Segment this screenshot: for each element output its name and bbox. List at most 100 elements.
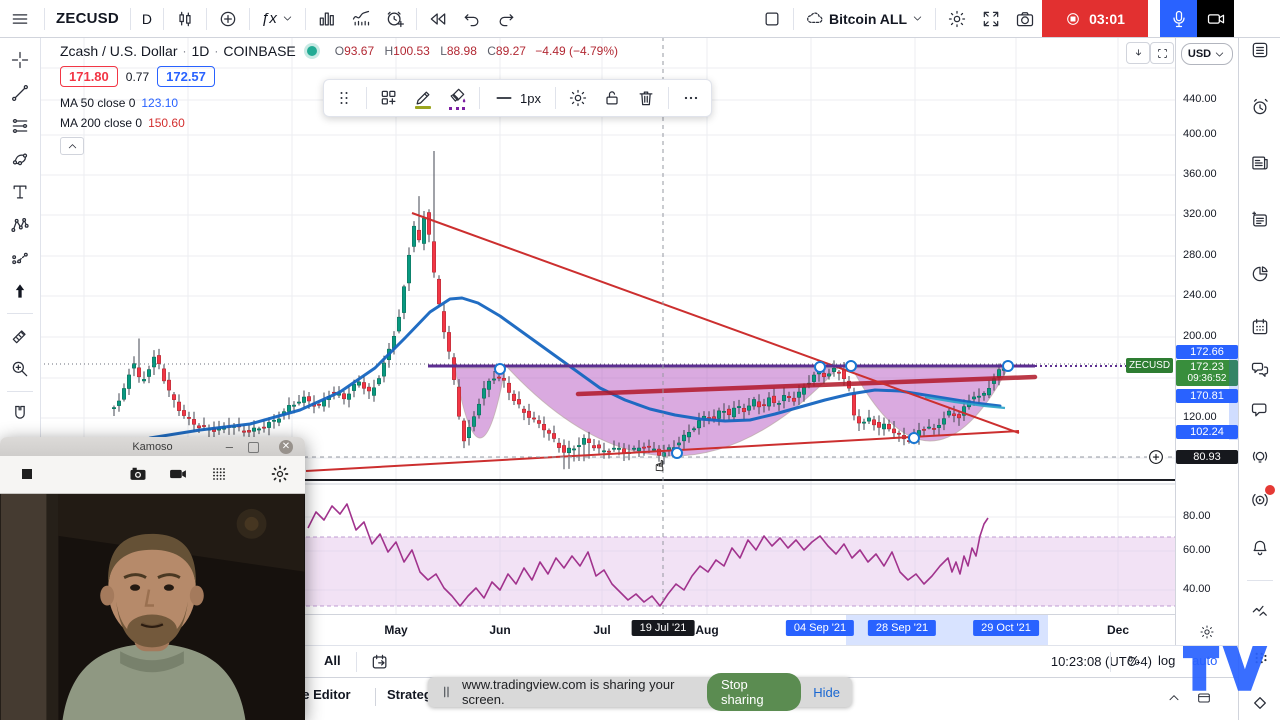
delete-drawing-button[interactable] xyxy=(630,83,662,113)
take-photo-button[interactable] xyxy=(124,461,152,487)
sidebar-hotlists-button[interactable] xyxy=(1247,261,1273,287)
symbol-search-button[interactable]: ZECUSD xyxy=(49,5,126,33)
fullscreen-button[interactable] xyxy=(974,5,1008,33)
line-width-button[interactable]: 1px xyxy=(486,83,549,113)
date-range-all-button[interactable]: All xyxy=(316,651,349,670)
change-value: −4.49 (−4.79%) xyxy=(535,44,619,58)
magnet-tool-button[interactable] xyxy=(4,399,36,429)
screenshot-button[interactable] xyxy=(1008,5,1042,33)
webcam-button[interactable] xyxy=(1197,0,1234,37)
toolbar-drag-handle[interactable] xyxy=(328,83,360,113)
legend-interval[interactable]: 1D xyxy=(191,43,209,59)
sidebar-notifications-button[interactable] xyxy=(1247,535,1273,561)
go-to-date-button[interactable] xyxy=(366,650,394,674)
sidebar-watchlist-button[interactable] xyxy=(1247,37,1273,63)
divider xyxy=(375,688,376,706)
fib-tool-button[interactable] xyxy=(4,111,36,141)
lock-drawing-button[interactable] xyxy=(596,83,628,113)
line-width-icon xyxy=(494,88,514,108)
sell-button[interactable]: 171.80 xyxy=(60,66,118,87)
tradingview-logo xyxy=(1183,646,1268,691)
text-tool-icon xyxy=(10,182,30,202)
microphone-icon xyxy=(1169,9,1189,29)
crosshair-tool-button[interactable] xyxy=(4,45,36,75)
maximize-button[interactable] xyxy=(248,442,259,453)
sidebar-news-button[interactable] xyxy=(1247,150,1273,176)
price-badge: 80.93 xyxy=(1176,450,1238,464)
hide-banner-button[interactable]: Hide xyxy=(813,685,840,700)
compare-button[interactable] xyxy=(211,5,245,33)
sidebar-ideas-streams-button[interactable] xyxy=(1247,444,1273,470)
record-video-button[interactable] xyxy=(164,461,192,487)
ma200-label[interactable]: MA 200 close 0 xyxy=(60,116,142,130)
percent-scale-button[interactable]: % xyxy=(1122,651,1146,670)
pencil-icon xyxy=(413,88,433,108)
webcam-settings-button[interactable] xyxy=(266,461,294,487)
sidebar-order-panel-button[interactable] xyxy=(1247,598,1273,624)
ma50-label[interactable]: MA 50 close 0 xyxy=(60,96,135,110)
webcam-window[interactable]: Kamoso – ✕ xyxy=(0,437,305,720)
shapes-tool-button[interactable] xyxy=(4,144,36,174)
indicator-templates-button[interactable] xyxy=(344,5,378,33)
measure-tool-button[interactable] xyxy=(4,321,36,351)
text-tool-button[interactable] xyxy=(4,177,36,207)
drawing-settings-button[interactable] xyxy=(562,83,594,113)
symbol-title[interactable]: Zcash / U.S. Dollar xyxy=(60,43,177,59)
hamburger-icon xyxy=(10,9,30,29)
sidebar-live-streams-button[interactable] xyxy=(1247,485,1275,513)
settings-button[interactable] xyxy=(940,5,974,33)
notification-dot xyxy=(1265,485,1275,495)
sidebar-data-window-button[interactable] xyxy=(1247,207,1273,233)
forecast-tool-button[interactable] xyxy=(4,243,36,273)
fill-color-swatch xyxy=(449,104,465,110)
burst-mode-button[interactable] xyxy=(205,461,233,487)
collapse-legend-button[interactable] xyxy=(60,137,84,155)
log-scale-button[interactable]: log xyxy=(1152,651,1181,670)
crosshair-price-add-alert[interactable] xyxy=(1147,448,1165,466)
divider xyxy=(1247,580,1273,581)
close-button[interactable]: ✕ xyxy=(279,439,293,454)
currency-toggle-button[interactable]: USD xyxy=(1181,43,1233,65)
axis-settings-button[interactable] xyxy=(1196,622,1218,642)
divider xyxy=(7,391,33,392)
stop-sharing-button[interactable]: Stop sharing xyxy=(706,673,802,711)
add-template-button[interactable] xyxy=(373,83,405,113)
trendline-tool-button[interactable] xyxy=(4,78,36,108)
recording-timer-button[interactable]: 03:01 xyxy=(1042,0,1148,37)
redo-button[interactable] xyxy=(489,5,523,33)
sidebar-alerts-button[interactable] xyxy=(1247,94,1273,120)
minimize-button[interactable]: – xyxy=(226,439,233,454)
interval-button[interactable]: D xyxy=(135,5,159,33)
replay-button[interactable] xyxy=(421,5,455,33)
buy-button[interactable]: 172.57 xyxy=(157,66,215,87)
templates-button[interactable] xyxy=(310,5,344,33)
divider xyxy=(356,652,357,672)
undo-icon xyxy=(462,9,482,29)
cloud-layout-button[interactable]: Bitcoin ALL xyxy=(798,5,931,33)
arrow-tool-button[interactable] xyxy=(4,276,36,306)
indicators-button[interactable]: ƒx xyxy=(254,5,301,33)
layout-button[interactable] xyxy=(755,5,789,33)
screen-share-banner: www.tradingview.com is sharing your scre… xyxy=(428,673,852,711)
stop-record-icon xyxy=(1065,11,1081,27)
legend-exchange[interactable]: COINBASE xyxy=(223,43,295,59)
main-menu-button[interactable] xyxy=(0,0,40,37)
webcam-titlebar[interactable]: Kamoso – ✕ xyxy=(0,437,305,456)
zoom-in-tool-button[interactable] xyxy=(4,354,36,384)
fill-color-button[interactable] xyxy=(441,83,473,113)
sidebar-private-chat-button[interactable] xyxy=(1247,397,1273,423)
pattern-tool-button[interactable] xyxy=(4,210,36,240)
more-options-button[interactable] xyxy=(675,83,707,113)
alert-button[interactable] xyxy=(378,5,412,33)
undo-button[interactable] xyxy=(455,5,489,33)
price-axis[interactable]: USD 440.00 400.00 360.00 320.00 280.00 240.00… xyxy=(1175,37,1239,645)
sidebar-calendar-button[interactable] xyxy=(1247,314,1273,340)
alarm-clock-icon xyxy=(1250,97,1270,117)
stop-capture-button[interactable] xyxy=(14,461,40,487)
line-color-button[interactable] xyxy=(407,83,439,113)
fullscreen-icon xyxy=(981,9,1001,29)
microphone-button[interactable] xyxy=(1160,0,1197,37)
chart-type-button[interactable] xyxy=(168,5,202,33)
sidebar-public-chat-button[interactable] xyxy=(1247,357,1273,383)
webcam-toolbar xyxy=(0,456,305,494)
